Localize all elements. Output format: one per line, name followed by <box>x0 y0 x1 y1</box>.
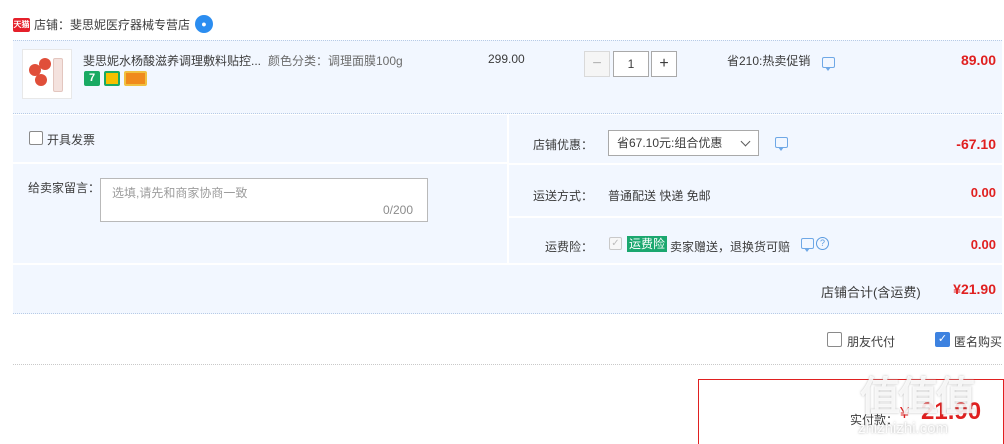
shop-total: ¥21.90 <box>953 281 996 297</box>
product-sku: 颜色分类：调理面膜100g <box>268 54 403 68</box>
seller-message-label: 给卖家留言： <box>28 181 101 195</box>
thumb-decor <box>39 58 51 70</box>
invoice-label[interactable]: 开具发票 <box>47 131 95 148</box>
card-icon <box>124 71 147 86</box>
chat-wangwang-icon[interactable]: ● <box>195 15 213 33</box>
friend-pay-label[interactable]: 朋友代付 <box>847 333 895 350</box>
thumb-decor <box>35 74 47 86</box>
product-thumbnail[interactable] <box>22 49 72 99</box>
panel-divider <box>13 162 507 164</box>
shipping-method: 普通配送 快递 免邮 <box>608 189 711 203</box>
insurance-description: 卖家赠送，退换货可赔 <box>670 240 791 254</box>
shipping-fee: 0.00 <box>970 185 996 200</box>
quantity-input[interactable]: 1 <box>613 51 649 77</box>
product-title-link[interactable]: 斐思妮水杨酸滋养调理敷料贴控... <box>83 52 261 69</box>
insurance-label: 运费险： <box>545 240 594 254</box>
shop-total-label: 店铺合计(含运费) <box>821 285 921 300</box>
friend-pay-checkbox[interactable] <box>827 332 842 347</box>
quantity-increase-button[interactable]: + <box>651 51 677 77</box>
watermark-logo: 值值值 <box>860 375 976 419</box>
panel-divider <box>509 163 1002 165</box>
tmall-logo: 天猫 <box>13 18 30 32</box>
shop-discount-value: 省67.10元:组合优惠 <box>617 136 723 150</box>
section-divider <box>13 364 1002 365</box>
guarantee-icon <box>104 71 120 86</box>
seller-message-placeholder: 选填,请先和商家协商一致 <box>112 186 248 200</box>
shop-discount-label: 店铺优惠： <box>533 138 594 152</box>
item-promotion: 省210:热卖促销 <box>727 54 811 68</box>
unit-price: 299.00 <box>488 52 525 66</box>
help-icon[interactable]: ? <box>816 237 829 250</box>
quantity-decrease-button[interactable]: − <box>584 51 610 77</box>
panel-divider <box>509 216 1002 218</box>
insurance-fee: 0.00 <box>970 237 996 252</box>
thumb-decor <box>53 58 63 92</box>
shipping-label: 运送方式： <box>533 189 594 203</box>
insurance-tag: 运费险 <box>627 236 668 252</box>
promo-comment-icon[interactable] <box>822 57 835 71</box>
item-subtotal: 89.00 <box>960 52 996 68</box>
chevron-down-icon <box>740 136 751 147</box>
insurance-comment-icon[interactable] <box>801 238 814 252</box>
shop-discount-select[interactable]: 省67.10元:组合优惠 <box>608 130 759 156</box>
panel-divider <box>13 263 1002 265</box>
anonymous-purchase-checkbox[interactable]: ✓ <box>935 332 950 347</box>
seven-day-return-icon: 7 <box>84 71 100 86</box>
panel-divider <box>507 115 509 263</box>
discount-comment-icon[interactable] <box>775 137 788 151</box>
invoice-checkbox[interactable] <box>29 131 43 145</box>
message-char-count: 0/200 <box>383 203 414 217</box>
insurance-checkbox: ✓ <box>609 237 622 250</box>
store-name-link[interactable]: 店铺：斐思妮医疗器械专营店 <box>34 17 190 33</box>
anonymous-purchase-label[interactable]: 匿名购买 <box>954 333 1002 350</box>
shop-discount-amount: -67.10 <box>956 136 996 152</box>
watermark-url: zhizhizhi.com <box>858 420 949 437</box>
